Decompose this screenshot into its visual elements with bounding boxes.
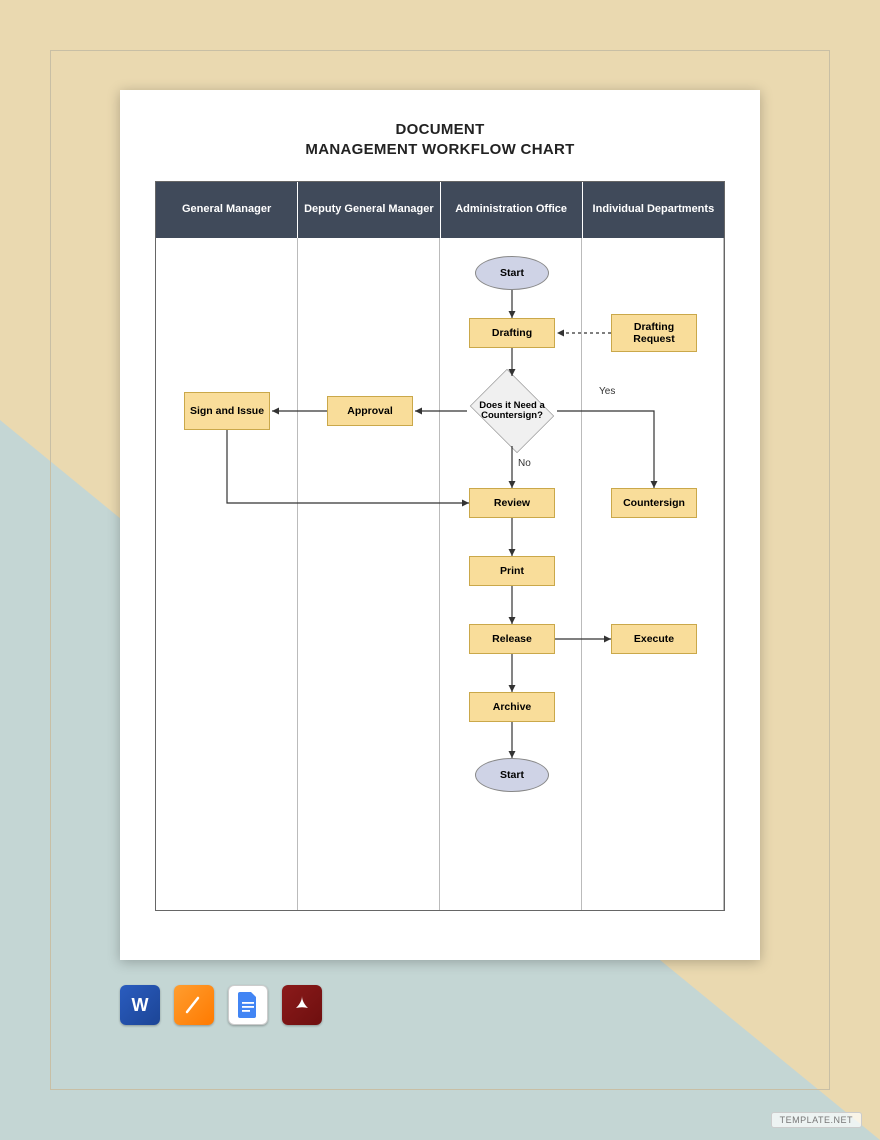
node-drafting: Drafting	[469, 318, 555, 348]
node-countersign-label: Countersign	[623, 497, 685, 509]
title-line-1: DOCUMENT	[395, 121, 484, 138]
node-review-label: Review	[494, 497, 530, 509]
node-review: Review	[469, 488, 555, 518]
node-decision: Does it Need a Countersign?	[465, 374, 559, 448]
lane-headers: General Manager Deputy General Manager A…	[156, 182, 724, 238]
node-end: Start	[475, 758, 549, 792]
node-countersign: Countersign	[611, 488, 697, 518]
node-sign-issue: Sign and Issue	[184, 392, 270, 430]
node-execute: Execute	[611, 624, 697, 654]
node-print: Print	[469, 556, 555, 586]
node-execute-label: Execute	[634, 633, 674, 645]
lanes-body: Start Drafting Drafting Request Does it …	[156, 238, 724, 910]
label-yes: Yes	[599, 386, 615, 397]
node-print-label: Print	[500, 565, 524, 577]
lane-general-manager	[156, 238, 298, 910]
pdf-icon[interactable]	[282, 985, 322, 1025]
label-no: No	[518, 458, 531, 469]
node-sign-issue-label: Sign and Issue	[190, 405, 264, 417]
lane-header-individual: Individual Departments	[583, 182, 724, 238]
lane-deputy	[298, 238, 440, 910]
node-drafting-request-label: Drafting Request	[616, 321, 692, 345]
node-decision-label: Does it Need a Countersign?	[465, 374, 559, 448]
node-start: Start	[475, 256, 549, 290]
node-start-label: Start	[500, 267, 524, 279]
page-title: DOCUMENT MANAGEMENT WORKFLOW CHART	[155, 120, 725, 159]
node-drafting-label: Drafting	[492, 327, 532, 339]
node-approval-label: Approval	[347, 405, 393, 417]
google-docs-icon[interactable]	[228, 985, 268, 1025]
node-release-label: Release	[492, 633, 532, 645]
node-end-label: Start	[500, 769, 524, 781]
pages-icon[interactable]	[174, 985, 214, 1025]
lane-header-general-manager: General Manager	[156, 182, 298, 238]
swimlane-table: General Manager Deputy General Manager A…	[155, 181, 725, 911]
format-icons-row: W	[120, 985, 322, 1025]
watermark: TEMPLATE.NET	[771, 1112, 862, 1128]
node-release: Release	[469, 624, 555, 654]
node-archive-label: Archive	[493, 701, 532, 713]
node-archive: Archive	[469, 692, 555, 722]
node-approval: Approval	[327, 396, 413, 426]
node-drafting-request: Drafting Request	[611, 314, 697, 352]
lane-header-deputy: Deputy General Manager	[298, 182, 440, 238]
document-page: DOCUMENT MANAGEMENT WORKFLOW CHART Gener…	[120, 90, 760, 960]
word-icon[interactable]: W	[120, 985, 160, 1025]
lane-header-admin: Administration Office	[441, 182, 583, 238]
title-line-2: MANAGEMENT WORKFLOW CHART	[305, 141, 574, 158]
